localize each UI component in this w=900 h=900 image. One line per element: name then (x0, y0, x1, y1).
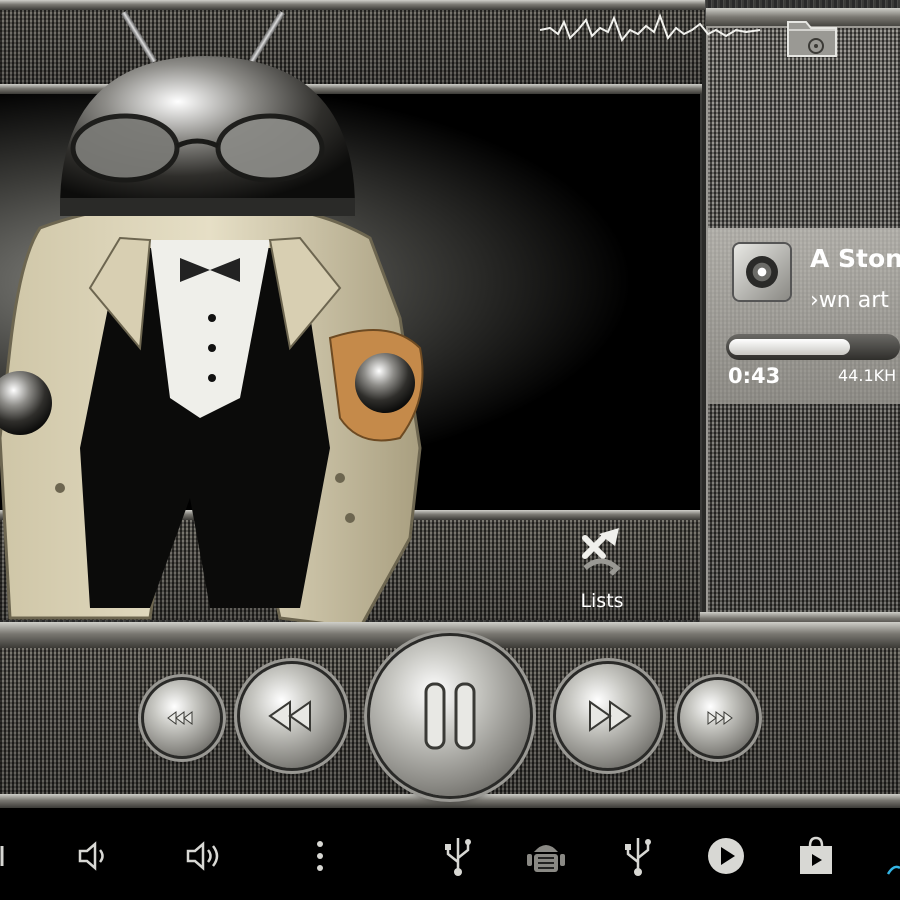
volume-up-icon[interactable] (182, 834, 226, 878)
back-icon[interactable] (0, 834, 16, 878)
previous-track-button[interactable] (144, 680, 220, 756)
music-player: A Ston ›wn art 0:43 44.1KH Lists (0, 0, 900, 900)
rewind-button[interactable] (240, 664, 344, 768)
sample-rate: 44.1KH (838, 366, 897, 385)
edge-icon-partial (886, 865, 900, 875)
pause-button[interactable] (370, 636, 530, 796)
android-mascot-image (0, 56, 424, 630)
usb-icon[interactable] (436, 834, 480, 878)
overflow-menu-icon[interactable] (298, 834, 342, 878)
track-title: A Ston (810, 244, 900, 273)
lists-shuffle-icon (582, 528, 621, 576)
controls-bottom-rail (0, 794, 900, 808)
play-store-icon[interactable] (704, 834, 748, 878)
waveform-visualizer (540, 13, 760, 43)
rewind-icon (268, 700, 311, 732)
elapsed-time: 0:43 (728, 364, 781, 388)
fast-forward-button[interactable] (556, 664, 660, 768)
shopping-bag-icon[interactable] (794, 834, 838, 878)
previous-track-icon (167, 711, 193, 725)
lists-button[interactable]: Lists (566, 524, 638, 620)
next-track-button[interactable] (680, 680, 756, 756)
volume-down-icon[interactable] (72, 834, 116, 878)
android-debug-icon[interactable] (524, 834, 568, 878)
disc-icon (746, 256, 778, 288)
seek-bar[interactable] (726, 334, 900, 360)
fast-forward-icon (589, 700, 632, 732)
usb-icon[interactable] (616, 834, 660, 878)
album-art-icon[interactable] (734, 244, 790, 300)
folder-icon[interactable] (786, 12, 838, 62)
lists-label: Lists (580, 590, 624, 612)
pause-icon (424, 682, 476, 750)
seek-bar-progress (729, 339, 850, 355)
next-track-icon (707, 711, 733, 725)
track-artist: ›wn art (810, 288, 889, 313)
